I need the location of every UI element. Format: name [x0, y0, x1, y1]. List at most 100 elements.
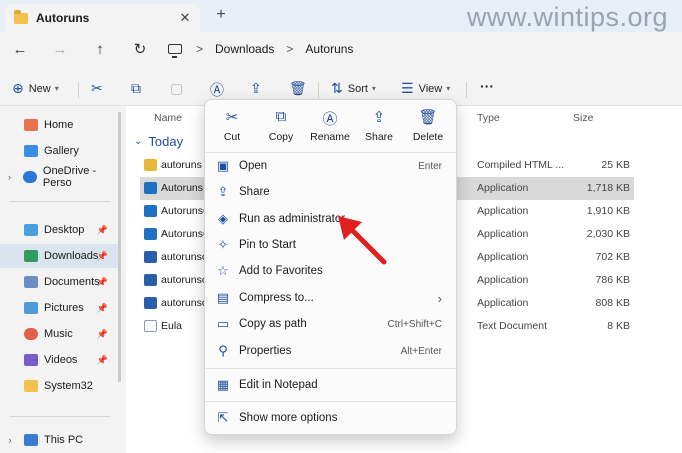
- sort-button[interactable]: ⇅ Sort ▾: [331, 80, 376, 97]
- pin-icon[interactable]: 📌: [97, 355, 108, 366]
- sidebar-item-this-pc[interactable]: › This PC: [0, 428, 120, 452]
- menu-item-open[interactable]: ▣ Open Enter: [209, 154, 452, 178]
- sidebar-item-desktop[interactable]: Desktop 📌: [0, 218, 120, 242]
- new-button[interactable]: ⊕ New ▾: [12, 80, 59, 97]
- sidebar-scrollbar[interactable]: [118, 112, 121, 382]
- sidebar-item-label: OneDrive - Perso: [42, 165, 97, 189]
- quick-action-label: Share: [364, 131, 394, 143]
- copy-action[interactable]: ⧉ Copy: [258, 108, 304, 143]
- sidebar-item-onedrive[interactable]: › OneDrive - Perso: [0, 165, 120, 189]
- sidebar-item-videos[interactable]: Videos 📌: [0, 348, 120, 372]
- sidebar-item-system32[interactable]: System32: [0, 374, 120, 398]
- documents-icon: [24, 276, 38, 288]
- file-size: 25 KB: [601, 159, 630, 171]
- chevron-down-icon: ▾: [446, 84, 451, 93]
- download-icon: [24, 250, 38, 262]
- pin-icon[interactable]: 📌: [97, 303, 108, 314]
- wrench-icon: ⚲: [218, 343, 228, 358]
- refresh-button[interactable]: ↻: [130, 40, 150, 58]
- delete-button[interactable]: 🗑: [289, 80, 312, 97]
- new-tab-button[interactable]: +: [212, 6, 230, 24]
- chevron-right-icon: ›: [437, 290, 442, 306]
- delete-action[interactable]: 🗑 Delete: [405, 108, 451, 143]
- copy-button[interactable]: ⧉: [131, 80, 146, 97]
- back-button[interactable]: ←: [10, 41, 30, 58]
- quick-action-label: Cut: [223, 131, 241, 143]
- cut-button[interactable]: ✂: [91, 80, 108, 97]
- menu-item-show-more-options[interactable]: ⇱ Show more options: [209, 406, 452, 430]
- cut-action[interactable]: ✂ Cut: [209, 108, 255, 143]
- chevron-right-icon[interactable]: ›: [4, 435, 16, 445]
- sidebar-item-documents[interactable]: Documents 📌: [0, 270, 120, 294]
- new-button-label: New: [28, 82, 51, 95]
- file-size: 1,718 KB: [586, 182, 630, 194]
- group-label: Today: [148, 134, 184, 149]
- pin-icon[interactable]: 📌: [97, 329, 108, 340]
- navigation-pane: Home Gallery › OneDrive - Perso Desktop …: [0, 106, 126, 453]
- pin-icon[interactable]: 📌: [97, 251, 108, 262]
- sidebar-item-label: Music: [44, 328, 73, 340]
- home-icon: [24, 119, 38, 131]
- up-button[interactable]: ↑: [90, 41, 110, 58]
- breadcrumb-autoruns[interactable]: Autoruns: [305, 42, 353, 56]
- menu-item-edit-in-notepad[interactable]: ▦ Edit in Notepad: [209, 373, 452, 397]
- sidebar-item-downloads[interactable]: Downloads 📌: [0, 244, 120, 268]
- sidebar-item-label: Documents: [44, 276, 100, 288]
- chevron-right-icon[interactable]: ›: [4, 172, 15, 182]
- rename-button[interactable]: Ⓐ: [210, 80, 229, 100]
- more-options-button[interactable]: ···: [480, 78, 494, 94]
- pin-icon[interactable]: 📌: [97, 225, 108, 236]
- sidebar-item-music[interactable]: Music 📌: [0, 322, 120, 346]
- sidebar-item-gallery[interactable]: Gallery: [0, 139, 120, 163]
- close-tab-button[interactable]: ✕: [178, 10, 192, 26]
- sidebar-item-pictures[interactable]: Pictures 📌: [0, 296, 120, 320]
- file-size: 8 KB: [607, 320, 630, 332]
- breadcrumb-separator: >: [196, 42, 204, 56]
- window-icon: ▣: [216, 158, 230, 173]
- sidebar-item-label: Videos: [44, 354, 78, 366]
- sidebar-item-home[interactable]: Home: [0, 113, 120, 137]
- breadcrumb-separator: >: [286, 42, 294, 56]
- share-button[interactable]: ⇪: [250, 80, 267, 97]
- forward-button[interactable]: →: [50, 41, 70, 58]
- expand-icon: ⇱: [217, 410, 229, 425]
- sidebar-item-label: Home: [44, 119, 74, 131]
- sidebar-item-label: Downloads: [44, 250, 99, 262]
- sidebar-item-label: This PC: [44, 434, 84, 446]
- computer-icon: [24, 434, 38, 446]
- music-icon: [24, 328, 38, 340]
- share-icon: ⇪: [372, 109, 386, 126]
- group-header-today[interactable]: ⌄ Today: [134, 134, 183, 149]
- column-header-size[interactable]: Size: [573, 112, 593, 124]
- copy-icon: ⧉: [275, 108, 287, 125]
- application-icon: [144, 182, 157, 194]
- rename-action[interactable]: Ⓐ Rename: [307, 108, 353, 143]
- sidebar-item-label: Pictures: [44, 302, 84, 314]
- view-icon: ☰: [401, 80, 414, 96]
- pin-icon: ✧: [217, 237, 229, 252]
- menu-item-share[interactable]: ⇪ Share: [209, 180, 452, 204]
- address-bar[interactable]: > Downloads > Autoruns: [168, 37, 682, 61]
- share-action[interactable]: ⇪ Share: [356, 108, 402, 143]
- view-button[interactable]: ☰ View ▾: [401, 80, 450, 97]
- file-name: autoruns: [161, 159, 202, 171]
- file-size: 786 KB: [595, 274, 630, 286]
- pin-icon[interactable]: 📌: [97, 277, 108, 288]
- paste-button[interactable]: ▢: [170, 80, 188, 97]
- menu-item-copy-as-path[interactable]: ▭ Copy as path Ctrl+Shift+C: [209, 312, 452, 336]
- breadcrumb-downloads[interactable]: Downloads: [215, 42, 274, 56]
- trash-icon: 🗑: [289, 80, 307, 96]
- file-type: Text Document: [477, 320, 548, 332]
- cloud-icon: [22, 171, 37, 183]
- column-header-type[interactable]: Type: [477, 112, 500, 124]
- file-name: Autoruns6: [161, 228, 209, 240]
- file-type: Application: [477, 228, 529, 240]
- column-header-name[interactable]: Name: [154, 112, 182, 124]
- chevron-down-icon: ⌄: [134, 136, 143, 147]
- tab-autoruns[interactable]: Autoruns ✕: [6, 4, 200, 32]
- menu-item-properties[interactable]: ⚲ Properties Alt+Enter: [209, 339, 452, 363]
- sidebar-item-label: Desktop: [44, 224, 85, 236]
- menu-item-compress-to[interactable]: ▤ Compress to... ›: [209, 286, 452, 310]
- toolbar-divider: [78, 82, 79, 98]
- sidebar-item-label: System32: [44, 380, 93, 392]
